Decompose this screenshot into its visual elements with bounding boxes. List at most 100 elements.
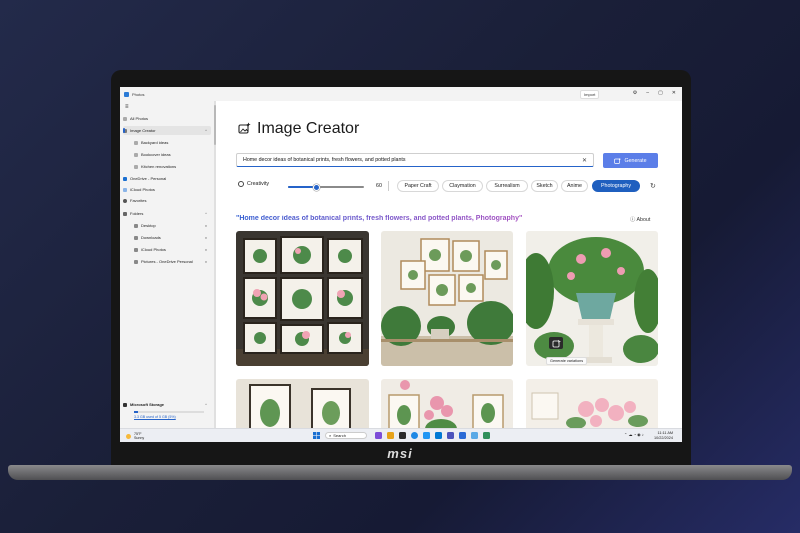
- creativity-slider[interactable]: [288, 183, 364, 191]
- generated-image-5[interactable]: [381, 379, 513, 428]
- minimize-icon[interactable]: –: [646, 90, 649, 96]
- app-icon-outlook[interactable]: [435, 432, 442, 439]
- sidebar-item-kitchen-renovations[interactable]: Kitchen renovations: [134, 162, 210, 171]
- sidebar-item-image-creator[interactable]: Image Creator ^: [123, 126, 211, 135]
- about-link[interactable]: ⓘ About: [630, 215, 650, 223]
- prompt-input[interactable]: Home decor ideas of botanical prints, fr…: [236, 153, 594, 167]
- folder-icon: [134, 235, 138, 240]
- sidebar-item-icloud[interactable]: iCloud Photos: [123, 185, 211, 194]
- sidebar-item-label: All Photos: [130, 116, 149, 121]
- onedrive-icon: [123, 176, 127, 181]
- windows-start-icon[interactable]: [313, 432, 320, 439]
- shelf-with-prints-image: [381, 231, 513, 366]
- window-title: Photos: [132, 91, 145, 97]
- sidebar-item-downloads[interactable]: Downloads v: [134, 233, 211, 242]
- style-chip-paper-craft[interactable]: Paper Craft: [397, 180, 439, 192]
- storage-title-label: Microsoft Storage: [130, 402, 165, 407]
- folder-icon: [123, 211, 127, 216]
- app-icon-word[interactable]: [471, 432, 478, 439]
- sidebar: ≡ All Photos Image Creator ^ Backyard id…: [120, 101, 215, 428]
- clock-date: 10/22/2024: [654, 435, 674, 440]
- system-tray[interactable]: ⌃ ☁ ◔ ◉ ♪: [624, 432, 644, 437]
- taskbar-search[interactable]: ⌕ Search: [325, 432, 367, 439]
- app-icon-store[interactable]: [423, 432, 430, 439]
- divider: [388, 181, 389, 191]
- app-icon-edge[interactable]: [411, 432, 418, 439]
- sidebar-item-backyard-ideas[interactable]: Backyard ideas: [134, 138, 210, 147]
- storage-progress-fill: [134, 411, 138, 413]
- chevron-down-icon[interactable]: v: [205, 247, 207, 252]
- sidebar-item-desktop[interactable]: Desktop v: [134, 221, 211, 230]
- collection-icon: [134, 164, 138, 169]
- maximize-icon[interactable]: ▢: [658, 90, 663, 96]
- result-heading: "Home decor ideas of botanical prints, f…: [236, 215, 523, 222]
- style-chip-sketch[interactable]: Sketch: [531, 180, 558, 192]
- settings-icon[interactable]: ⚙: [633, 90, 637, 96]
- collection-icon: [134, 140, 138, 145]
- sidebar-item-pictures-onedrive[interactable]: Pictures - OneDrive Personal v: [134, 257, 211, 266]
- menu-icon[interactable]: ≡: [125, 104, 129, 110]
- page-title: Image Creator: [257, 120, 360, 137]
- generated-image-4[interactable]: [236, 379, 369, 428]
- style-chip-surrealism[interactable]: Surrealism: [486, 180, 528, 192]
- chevron-up-icon[interactable]: ^: [205, 402, 207, 407]
- sidebar-item-icloud-folder[interactable]: iCloud Photos v: [134, 245, 211, 254]
- sidebar-item-label: Image Creator: [130, 128, 156, 133]
- style-chip-claymation[interactable]: Claymation: [442, 180, 483, 192]
- sidebar-item-label: Bookcover ideas: [141, 152, 171, 157]
- slider-thumb[interactable]: [312, 183, 320, 191]
- import-button[interactable]: Import: [580, 90, 600, 99]
- sidebar-item-label: Backyard ideas: [141, 140, 169, 145]
- screen: Photos Import ⚙ – ▢ ✕ ≡ All Photos Image…: [120, 87, 682, 442]
- folder-icon: [134, 247, 138, 252]
- chevron-up-icon[interactable]: ^: [205, 211, 207, 216]
- sun-icon: [126, 433, 131, 439]
- refresh-icon[interactable]: ↻: [650, 182, 656, 190]
- app-icon-excel[interactable]: [483, 432, 490, 439]
- weather-widget[interactable]: 75°F Sunny: [126, 432, 144, 440]
- sidebar-item-label: Downloads: [141, 235, 161, 240]
- search-icon: ⌕: [329, 433, 332, 438]
- clock[interactable]: 11:11 AM 10/22/2024: [654, 431, 673, 440]
- chevron-down-icon[interactable]: v: [205, 259, 207, 264]
- app-icon-terminal[interactable]: [399, 432, 406, 439]
- sidebar-item-label: OneDrive - Personal: [130, 176, 167, 181]
- generated-image-3[interactable]: [526, 231, 658, 366]
- weather-text: 75°F Sunny: [134, 432, 144, 440]
- sidebar-item-label: iCloud Photos: [141, 247, 166, 252]
- sidebar-item-label: Kitchen renovations: [141, 164, 177, 169]
- clear-icon[interactable]: ✕: [582, 157, 587, 164]
- app-icon-copilot[interactable]: [375, 432, 382, 439]
- app-icon-photos[interactable]: [459, 432, 466, 439]
- generated-image-1[interactable]: [236, 231, 369, 366]
- chevron-down-icon[interactable]: v: [205, 235, 207, 240]
- generate-variations-button[interactable]: [549, 337, 563, 349]
- sidebar-item-all-photos[interactable]: All Photos: [123, 114, 211, 123]
- style-chip-photography[interactable]: Photography: [592, 180, 640, 192]
- storage-panel[interactable]: Microsoft Storage ^ 3.3 GB used of 5 GB …: [120, 399, 215, 428]
- generated-image-6[interactable]: [526, 379, 658, 428]
- generate-button[interactable]: Generate: [603, 153, 658, 168]
- close-icon[interactable]: ✕: [672, 90, 676, 96]
- generate-label: Generate: [624, 157, 647, 164]
- sidebar-item-bookcover-ideas[interactable]: Bookcover ideas: [134, 150, 210, 159]
- icloud-icon: [123, 187, 127, 192]
- collection-icon: [134, 152, 138, 157]
- chevron-down-icon[interactable]: v: [205, 223, 207, 228]
- sidebar-item-favorites[interactable]: Favorites: [123, 196, 211, 205]
- selection-indicator: [123, 128, 125, 133]
- app-icon-teams[interactable]: [447, 432, 454, 439]
- sidebar-item-onedrive[interactable]: OneDrive - Personal: [123, 174, 211, 183]
- generated-image-2[interactable]: [381, 231, 513, 366]
- style-chip-anime[interactable]: Anime: [561, 180, 588, 192]
- window-controls: ⚙ – ▢ ✕: [633, 90, 676, 96]
- app-icon-file-explorer[interactable]: [387, 432, 394, 439]
- floral-arrangement-image: [526, 379, 658, 428]
- storage-detail[interactable]: 3.3 GB used of 5 GB (5%): [134, 415, 176, 419]
- chevron-up-icon[interactable]: ^: [205, 128, 207, 133]
- flowers-and-prints-image: [381, 379, 513, 428]
- cloud-icon: [123, 402, 127, 407]
- weather-desc: Sunny: [134, 436, 145, 440]
- about-label: About: [636, 217, 651, 223]
- sidebar-item-folders[interactable]: Folders ^: [123, 209, 211, 218]
